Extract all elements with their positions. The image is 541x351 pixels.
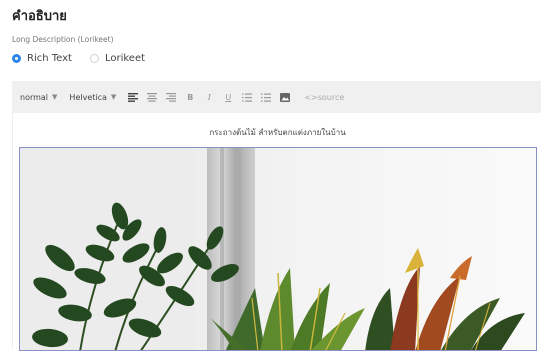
ordered-list-icon[interactable] xyxy=(242,92,253,102)
field-sub-label: Long Description (Lorikeet) xyxy=(12,35,114,44)
format-select-value: normal xyxy=(20,92,49,102)
bold-icon[interactable]: B xyxy=(185,92,195,102)
editor-toolbar: normal ▼ Helvetica ▼ B I U <>source xyxy=(12,81,541,113)
font-select-value: Helvetica xyxy=(69,92,107,102)
radio-unchecked-icon xyxy=(89,54,99,63)
font-select[interactable]: Helvetica ▼ xyxy=(69,93,116,102)
italic-icon[interactable]: I xyxy=(204,92,214,102)
source-toggle[interactable]: <>source xyxy=(304,93,344,102)
chevron-down-icon: ▼ xyxy=(52,93,58,101)
section-title: คำอธิบาย xyxy=(12,9,67,24)
align-right-icon[interactable] xyxy=(166,92,177,102)
product-image[interactable] xyxy=(19,147,537,351)
editor-mode-radio-group: Rich Text Lorikeet xyxy=(12,53,163,64)
editor-caption-text: กระถางต้นไม้ สำหรับตกแต่งภายในบ้าน xyxy=(209,128,346,137)
underline-icon[interactable]: U xyxy=(223,92,233,102)
rich-text-editor[interactable]: กระถางต้นไม้ สำหรับตกแต่งภายในบ้าน xyxy=(12,113,541,351)
align-left-icon[interactable] xyxy=(128,92,139,102)
radio-lorikeet[interactable]: Lorikeet xyxy=(89,53,146,64)
image-icon[interactable] xyxy=(280,92,291,102)
chevron-down-icon: ▼ xyxy=(110,93,117,101)
format-select[interactable]: normal ▼ xyxy=(20,93,57,102)
plants-photo-graphic xyxy=(20,148,536,350)
bullet-list-icon[interactable] xyxy=(261,92,272,102)
radio-rich-text[interactable]: Rich Text xyxy=(12,53,72,64)
radio-rich-text-label: Rich Text xyxy=(27,53,72,64)
align-center-icon[interactable] xyxy=(147,92,158,102)
radio-lorikeet-label: Lorikeet xyxy=(104,53,146,64)
radio-checked-icon xyxy=(12,54,21,63)
